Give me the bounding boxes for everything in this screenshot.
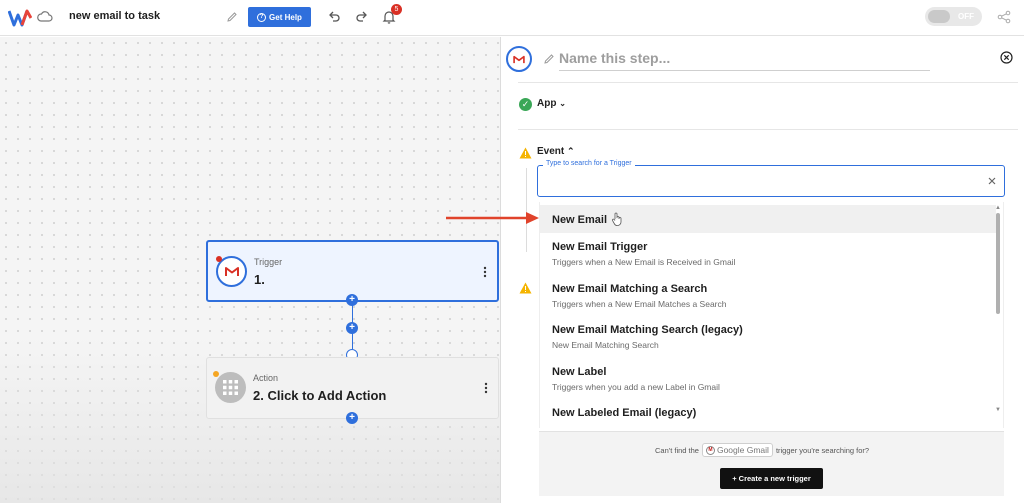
trigger-search-label: Type to search for a Trigger xyxy=(543,160,635,167)
app-section-toggle[interactable]: App ⌄ xyxy=(537,98,566,109)
trigger-node[interactable]: Trigger 1. xyxy=(206,240,499,302)
option-title: New Labeled Email (legacy) xyxy=(552,407,697,419)
cant-find-message: Can't find the M Google Gmail trigger yo… xyxy=(655,443,869,457)
option-new-email[interactable]: New Email xyxy=(540,205,996,233)
annotation-arrow-icon xyxy=(446,212,539,224)
help-icon: ? xyxy=(257,12,267,22)
get-help-button[interactable]: ? Get Help xyxy=(248,7,311,27)
option-new-email-matching-search[interactable]: New Email Matching a Search Triggers whe… xyxy=(540,276,996,316)
notification-count-badge: 5 xyxy=(391,4,402,15)
action-node[interactable]: Action 2. Click to Add Action xyxy=(206,357,499,419)
action-more-menu-icon[interactable] xyxy=(484,382,488,394)
redo-icon[interactable] xyxy=(355,10,369,24)
gmail-logo-icon xyxy=(513,55,525,63)
option-new-email-trigger[interactable]: New Email Trigger Triggers when a New Em… xyxy=(540,233,996,273)
close-panel-icon[interactable] xyxy=(1000,51,1013,64)
error-indicator-dot xyxy=(216,256,222,262)
warning-indicator-dot xyxy=(213,371,219,377)
workflow-on-off-toggle[interactable]: OFF xyxy=(925,7,982,26)
add-step-button[interactable]: + xyxy=(346,322,358,334)
trigger-more-menu-icon[interactable] xyxy=(483,266,487,278)
option-title: New Email Matching Search (legacy) xyxy=(552,324,743,336)
add-step-button-bottom[interactable]: + xyxy=(346,412,358,424)
cant-find-prefix: Can't find the xyxy=(655,445,699,455)
app-section-label: App xyxy=(537,98,557,109)
app-logo-icon[interactable] xyxy=(8,9,32,27)
step-app-icon xyxy=(506,46,532,72)
check-circle-icon: ✓ xyxy=(519,98,532,111)
option-description: Triggers when a New Email is Received in… xyxy=(552,257,736,267)
pencil-icon xyxy=(544,54,554,64)
chevron-down-icon: ⌄ xyxy=(559,99,566,108)
cloud-sync-icon[interactable] xyxy=(37,10,53,24)
undo-icon[interactable] xyxy=(327,10,341,24)
edit-title-icon[interactable] xyxy=(226,10,238,24)
chevron-up-icon: ⌃ xyxy=(567,146,575,156)
step-name-input[interactable]: Name this step... xyxy=(559,50,930,71)
cant-find-suffix: trigger you're searching for? xyxy=(775,445,870,455)
option-description: Triggers when a New Email Matches a Sear… xyxy=(552,299,727,309)
warning-icon xyxy=(519,147,532,159)
action-node-kind: Action xyxy=(253,373,279,383)
warning-icon xyxy=(519,282,532,294)
divider xyxy=(518,129,1018,130)
option-title: New Email xyxy=(552,214,608,226)
pointer-hand-icon xyxy=(612,212,622,226)
trigger-node-kind: Trigger xyxy=(254,257,283,267)
gmail-logo-icon xyxy=(224,267,239,276)
option-title: New Label xyxy=(552,366,607,378)
action-node-label: 2. Click to Add Action xyxy=(253,388,387,403)
top-bar: new email to task ? Get Help 5 OFF xyxy=(0,0,1024,36)
option-title: New Email Matching a Search xyxy=(552,283,708,295)
scrollbar-thumb[interactable] xyxy=(996,213,1000,314)
trigger-search-input[interactable] xyxy=(537,165,1005,197)
workflow-title[interactable]: new email to task xyxy=(69,10,160,22)
get-help-label: Get Help xyxy=(269,12,302,22)
toggle-label: OFF xyxy=(958,12,974,21)
clear-search-icon[interactable] xyxy=(987,176,997,186)
event-section-toggle[interactable]: Event ⌃ xyxy=(537,146,575,157)
app-chip-label: Google Gmail xyxy=(716,445,769,455)
option-title: New Email Trigger xyxy=(552,241,648,253)
create-new-trigger-button[interactable]: + Create a new trigger xyxy=(720,468,823,489)
option-new-label[interactable]: New Label Triggers when you add a new La… xyxy=(540,360,996,400)
option-description: New Email Matching Search xyxy=(552,340,659,350)
divider xyxy=(518,82,1018,83)
event-section-label: Event xyxy=(537,146,565,157)
share-icon[interactable] xyxy=(997,10,1011,24)
add-step-button-top[interactable]: + xyxy=(346,294,358,306)
app-grid-icon xyxy=(223,380,238,395)
app-chip: M Google Gmail xyxy=(701,443,773,457)
action-placeholder-icon xyxy=(215,372,246,403)
option-new-email-matching-search-legacy[interactable]: New Email Matching Search (legacy) New E… xyxy=(540,318,996,358)
option-new-labeled-email-legacy[interactable]: New Labeled Email (legacy) xyxy=(540,402,996,428)
section-line xyxy=(526,168,527,252)
scroll-down-arrow-icon[interactable]: ▼ xyxy=(995,407,1001,413)
trigger-node-label: 1. xyxy=(254,272,265,287)
scroll-up-arrow-icon[interactable]: ▲ xyxy=(995,205,1001,211)
toggle-knob xyxy=(928,10,950,23)
gmail-chip-icon: M xyxy=(705,445,715,455)
option-description: Triggers when you add a new Label in Gma… xyxy=(552,382,720,392)
trigger-options-list: New Email New Email Trigger Triggers whe… xyxy=(539,202,1004,428)
